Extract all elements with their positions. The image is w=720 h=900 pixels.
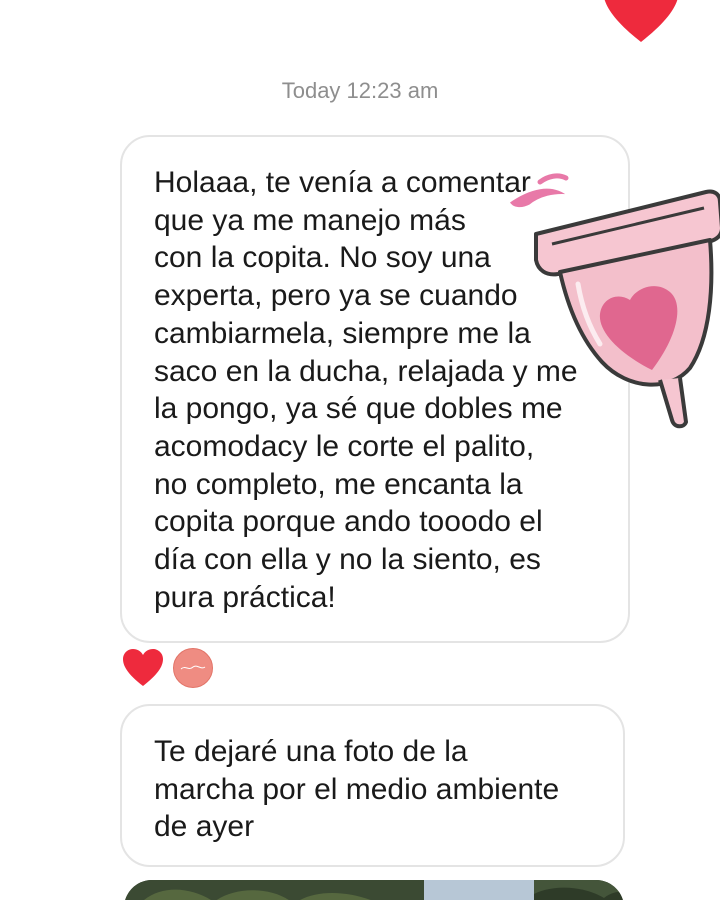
message-line: copita porque ando tooodo el [154, 505, 543, 539]
message-line: no completo, me encanta la [154, 467, 523, 501]
message-timestamp: Today 12:23 am [281, 78, 439, 103]
message-line: de ayer [154, 810, 255, 844]
photo-trees [124, 880, 624, 900]
avatar[interactable] [173, 648, 213, 688]
message-line: marcha por el medio ambiente [154, 772, 560, 806]
heart-icon[interactable] [601, 0, 681, 44]
avatar-logo [180, 665, 206, 670]
message-line: Te dejaré una foto de la [154, 735, 468, 768]
message-bubble[interactable]: Te dejaré una foto de la marcha por el m… [120, 704, 625, 867]
message-line: pura práctica! [154, 580, 336, 614]
heart-icon[interactable] [122, 649, 164, 687]
menstrual-cup-sticker [506, 173, 720, 429]
chat-screen: Today 12:23 am Holaaa, te venía a coment… [0, 0, 720, 900]
photo-message[interactable] [124, 880, 624, 900]
message-line: día con ella y no la siento, es [154, 543, 541, 577]
